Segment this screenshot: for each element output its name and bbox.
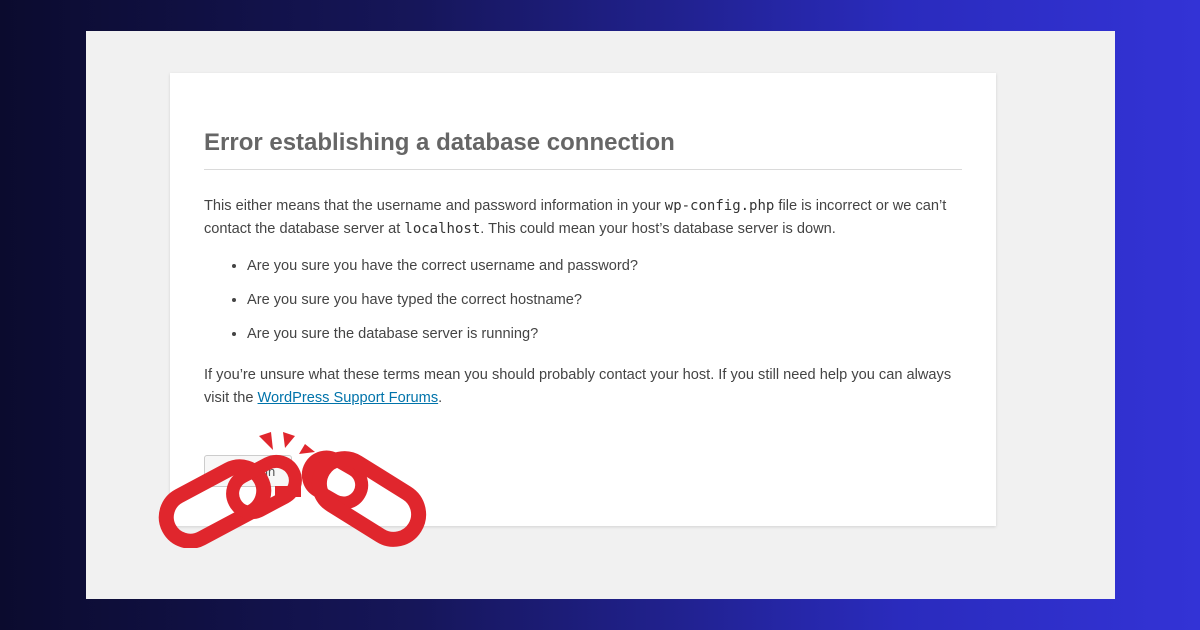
broken-chain-icon <box>158 432 427 548</box>
config-file-name: wp-config.php <box>664 198 775 214</box>
list-item: Are you sure you have the correct userna… <box>247 255 962 278</box>
description-text-3: . This could mean your host’s database s… <box>480 221 836 237</box>
spark-mark-icon <box>259 432 273 450</box>
page-title: Error establishing a database connection <box>204 73 962 170</box>
broken-bar-icon <box>275 486 301 497</box>
support-forums-link[interactable]: WordPress Support Forums <box>258 390 439 406</box>
list-item: Are you sure the database server is runn… <box>247 323 962 346</box>
chain-link-right-icon <box>311 451 427 547</box>
list-item: Are you sure you have typed the correct … <box>247 289 962 312</box>
database-host: localhost <box>404 221 481 237</box>
help-text-2: . <box>438 390 443 406</box>
spark-mark-icon <box>283 432 295 448</box>
spark-mark-icon <box>299 444 315 454</box>
help-text: If you’re unsure what these terms mean y… <box>204 364 962 410</box>
error-description: This either means that the username and … <box>204 195 962 241</box>
description-text-1: This either means that the username and … <box>204 198 665 214</box>
troubleshooting-list: Are you sure you have the correct userna… <box>204 255 962 346</box>
